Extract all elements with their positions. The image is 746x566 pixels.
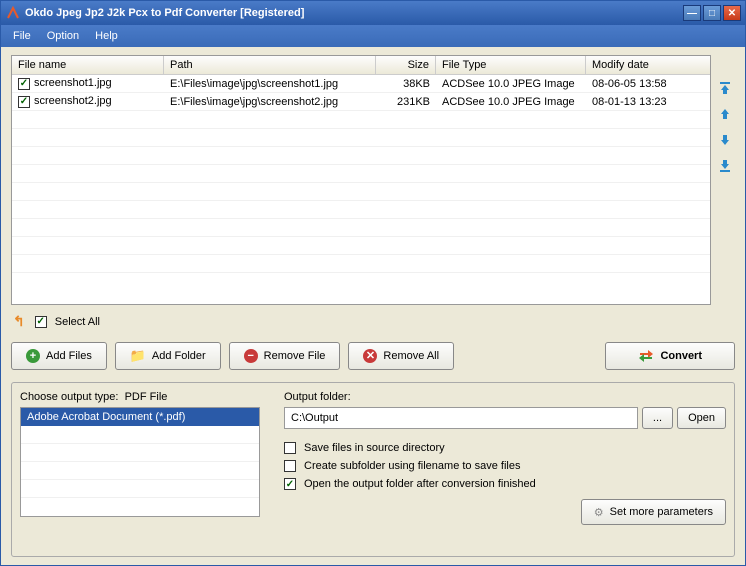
cell-date: 08-06-05 13:58 bbox=[586, 76, 710, 92]
add-folder-label: Add Folder bbox=[152, 350, 206, 362]
table-row[interactable]: screenshot1.jpg E:\Files\image\jpg\scree… bbox=[12, 75, 710, 93]
close-button[interactable]: ✕ bbox=[723, 5, 741, 21]
output-folder-input[interactable] bbox=[284, 407, 638, 429]
folder-icon: 📁 bbox=[130, 348, 146, 364]
output-type-value: PDF File bbox=[125, 391, 168, 403]
move-top-button[interactable] bbox=[716, 79, 734, 97]
convert-button[interactable]: Convert bbox=[605, 342, 735, 370]
titlebar: Okdo Jpeg Jp2 J2k Pcx to Pdf Converter [… bbox=[1, 1, 745, 25]
convert-icon bbox=[638, 348, 654, 364]
x-icon: ✕ bbox=[363, 349, 377, 363]
more-params-label: Set more parameters bbox=[610, 506, 713, 518]
type-list-item[interactable]: Adobe Acrobat Document (*.pdf) bbox=[21, 408, 259, 426]
row-checkbox[interactable] bbox=[18, 78, 30, 90]
convert-label: Convert bbox=[660, 350, 702, 362]
minus-icon: − bbox=[244, 349, 258, 363]
cell-size: 231KB bbox=[376, 94, 436, 110]
remove-all-label: Remove All bbox=[383, 350, 439, 362]
cell-path: E:\Files\image\jpg\screenshot1.jpg bbox=[164, 76, 376, 92]
add-folder-button[interactable]: 📁 Add Folder bbox=[115, 342, 221, 370]
open-folder-button[interactable]: Open bbox=[677, 407, 726, 429]
remove-all-button[interactable]: ✕ Remove All bbox=[348, 342, 454, 370]
gear-icon: ⚙ bbox=[594, 506, 604, 519]
move-up-button[interactable] bbox=[716, 105, 734, 123]
col-filetype[interactable]: File Type bbox=[436, 56, 586, 74]
col-modifydate[interactable]: Modify date bbox=[586, 56, 710, 74]
row-checkbox[interactable] bbox=[18, 96, 30, 108]
set-more-parameters-button[interactable]: ⚙ Set more parameters bbox=[581, 499, 726, 525]
cell-path: E:\Files\image\jpg\screenshot2.jpg bbox=[164, 94, 376, 110]
save-source-label: Save files in source directory bbox=[304, 442, 445, 454]
cell-filename: screenshot2.jpg bbox=[34, 95, 112, 107]
move-down-button[interactable] bbox=[716, 131, 734, 149]
table-body: screenshot1.jpg E:\Files\image\jpg\scree… bbox=[12, 75, 710, 304]
select-all-label: Select All bbox=[55, 316, 100, 328]
col-size[interactable]: Size bbox=[376, 56, 436, 74]
remove-file-button[interactable]: − Remove File bbox=[229, 342, 341, 370]
menubar: File Option Help bbox=[1, 25, 745, 47]
create-subfolder-label: Create subfolder using filename to save … bbox=[304, 460, 520, 472]
reorder-buttons bbox=[715, 55, 735, 305]
col-filename[interactable]: File name bbox=[12, 56, 164, 74]
output-type-list[interactable]: Adobe Acrobat Document (*.pdf) bbox=[20, 407, 260, 517]
open-after-label: Open the output folder after conversion … bbox=[304, 478, 536, 490]
file-table: File name Path Size File Type Modify dat… bbox=[11, 55, 711, 305]
plus-icon: + bbox=[26, 349, 40, 363]
cell-type: ACDSee 10.0 JPEG Image bbox=[436, 94, 586, 110]
cell-size: 38KB bbox=[376, 76, 436, 92]
minimize-button[interactable]: — bbox=[683, 5, 701, 21]
move-bottom-button[interactable] bbox=[716, 157, 734, 175]
add-files-label: Add Files bbox=[46, 350, 92, 362]
cell-date: 08-01-13 13:23 bbox=[586, 94, 710, 110]
table-row[interactable]: screenshot2.jpg E:\Files\image\jpg\scree… bbox=[12, 93, 710, 111]
menu-file[interactable]: File bbox=[5, 28, 39, 44]
table-header: File name Path Size File Type Modify dat… bbox=[12, 56, 710, 75]
app-icon bbox=[5, 5, 21, 21]
remove-file-label: Remove File bbox=[264, 350, 326, 362]
add-files-button[interactable]: + Add Files bbox=[11, 342, 107, 370]
up-level-icon[interactable]: ↰ bbox=[13, 313, 25, 330]
maximize-button[interactable]: □ bbox=[703, 5, 721, 21]
create-subfolder-checkbox[interactable] bbox=[284, 460, 296, 472]
output-type-label: Choose output type: bbox=[20, 391, 118, 403]
cell-filename: screenshot1.jpg bbox=[34, 77, 112, 89]
open-after-checkbox[interactable] bbox=[284, 478, 296, 490]
select-all-checkbox[interactable] bbox=[35, 316, 47, 328]
menu-help[interactable]: Help bbox=[87, 28, 126, 44]
cell-type: ACDSee 10.0 JPEG Image bbox=[436, 76, 586, 92]
browse-button[interactable]: ... bbox=[642, 407, 673, 429]
save-source-checkbox[interactable] bbox=[284, 442, 296, 454]
col-path[interactable]: Path bbox=[164, 56, 376, 74]
window-title: Okdo Jpeg Jp2 J2k Pcx to Pdf Converter [… bbox=[25, 7, 683, 19]
output-folder-label: Output folder: bbox=[284, 391, 726, 403]
menu-option[interactable]: Option bbox=[39, 28, 87, 44]
